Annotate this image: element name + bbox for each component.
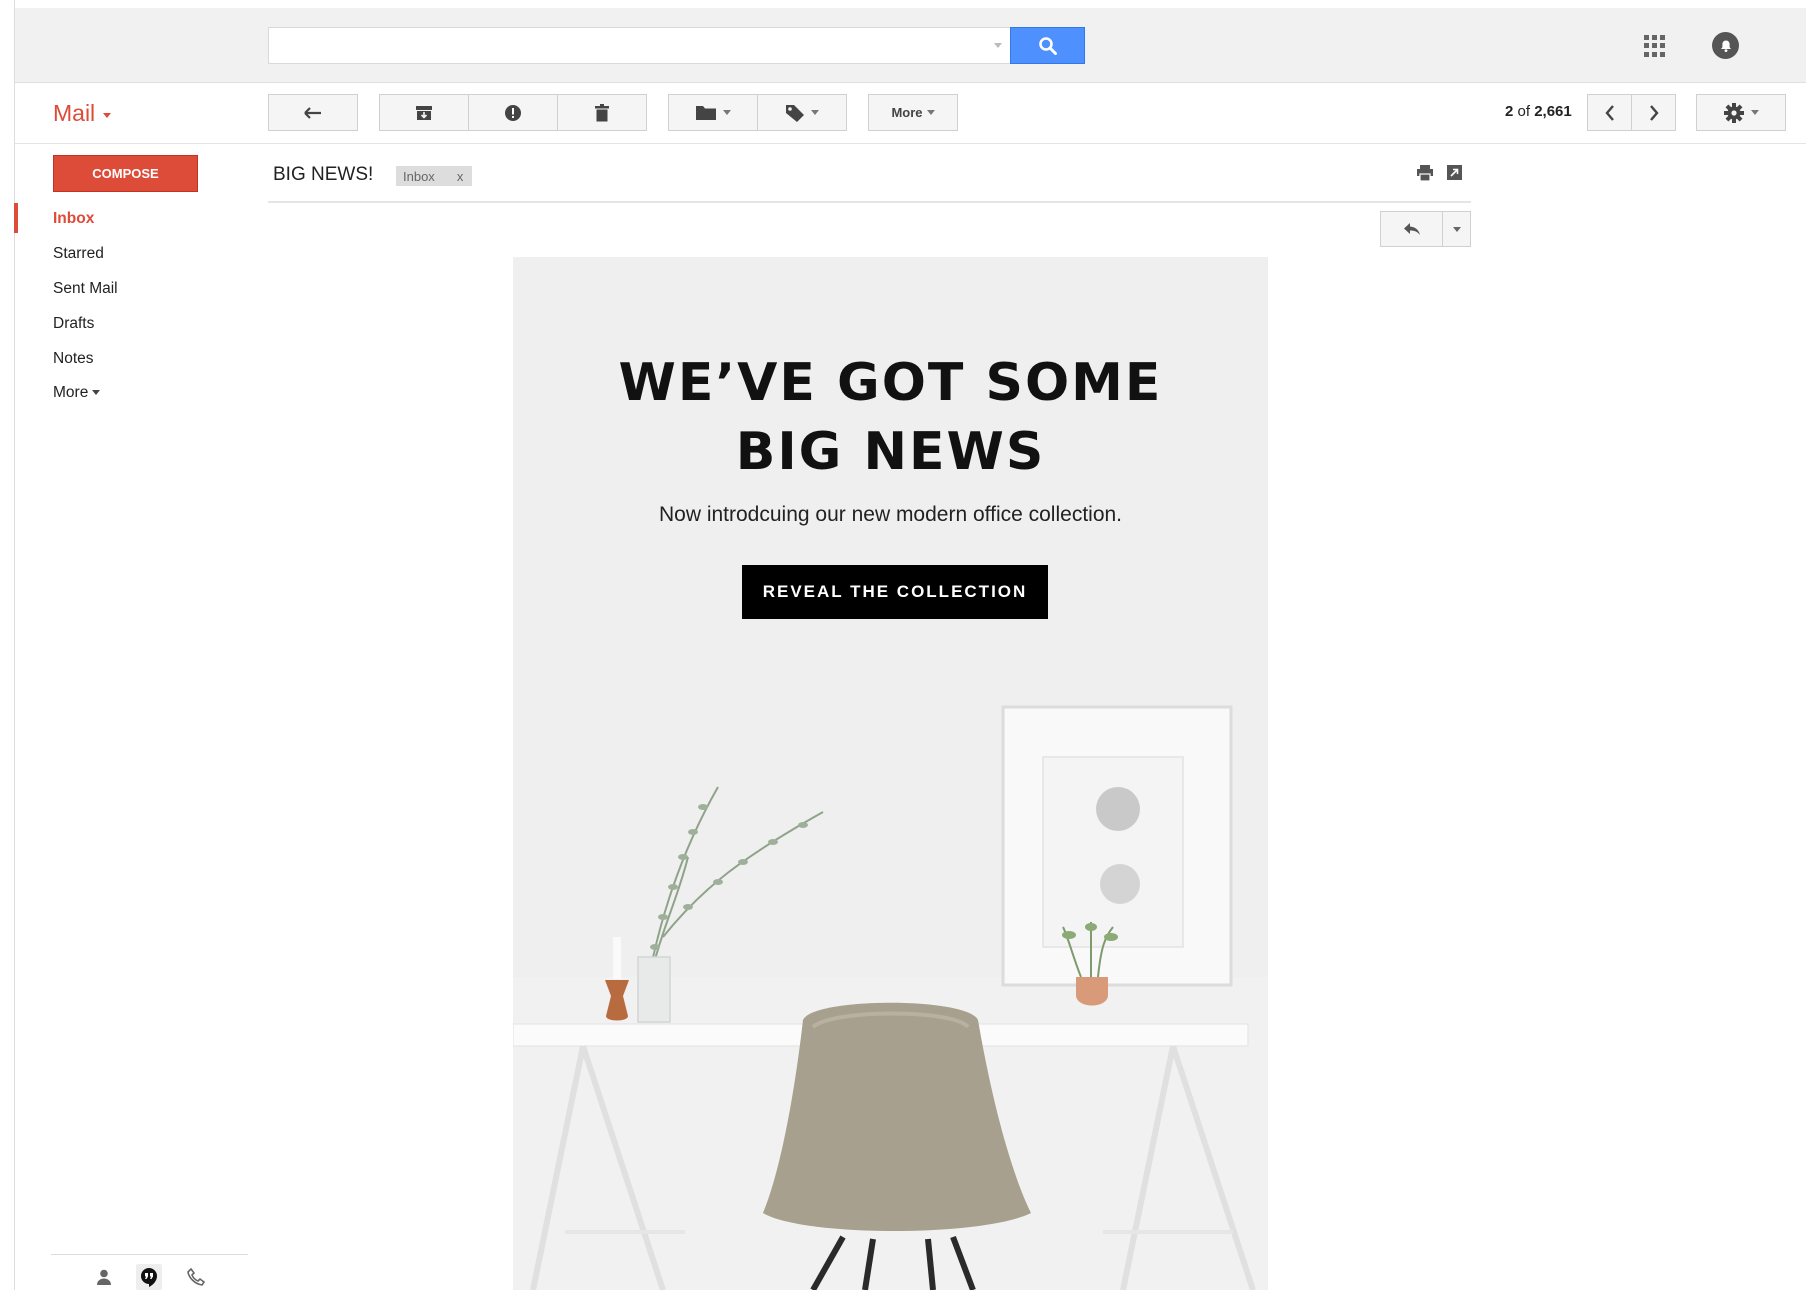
email-headline: WE’VE GOT SOME BIG NEWS xyxy=(513,349,1268,487)
move-to-button[interactable] xyxy=(668,94,758,131)
window-left-edge xyxy=(0,0,15,1290)
chevron-down-icon xyxy=(1452,226,1461,232)
new-window-icon xyxy=(1447,165,1462,180)
chevron-left-icon xyxy=(1604,104,1614,121)
back-to-inbox-button[interactable] xyxy=(268,94,358,131)
sidebar-item-starred[interactable]: Starred xyxy=(53,245,104,263)
labels-button[interactable] xyxy=(757,94,847,131)
chevron-down-icon xyxy=(926,110,935,115)
reply-split-button[interactable] xyxy=(1380,211,1471,247)
email-body: WE’VE GOT SOME BIG NEWS Now introdcuing … xyxy=(513,257,1268,1290)
chevron-down-icon xyxy=(811,110,819,115)
settings-button[interactable] xyxy=(1696,94,1786,131)
reveal-collection-button[interactable]: REVEAL THE COLLECTION xyxy=(742,565,1048,619)
compose-button[interactable]: COMPOSE xyxy=(53,155,198,192)
report-spam-icon xyxy=(505,104,521,121)
sidebar-item-more-label: More xyxy=(53,384,89,401)
more-actions-button[interactable]: More xyxy=(868,94,958,131)
sidebar-item-sent-mail[interactable]: Sent Mail xyxy=(53,280,118,298)
pagination-count: 2 of 2,661 xyxy=(1505,103,1572,120)
top-search-bar xyxy=(15,8,1806,83)
print-all-button[interactable] xyxy=(1416,165,1434,186)
archive-icon xyxy=(416,105,432,120)
contacts-icon xyxy=(97,1269,111,1285)
pagination-current: 2 xyxy=(1505,103,1514,120)
trash-icon xyxy=(595,103,609,121)
sidebar-item-more[interactable]: More xyxy=(53,384,101,402)
search-input[interactable] xyxy=(268,27,1010,64)
search-icon xyxy=(1038,36,1057,55)
print-icon xyxy=(1417,165,1433,182)
picture-frame xyxy=(1001,705,1233,987)
app-switcher[interactable]: Mail xyxy=(53,100,112,127)
email-subheadline: Now introdcuing our new modern office co… xyxy=(658,503,1123,526)
phone-icon xyxy=(187,1268,205,1286)
phone-button[interactable] xyxy=(183,1264,209,1290)
chevron-right-icon xyxy=(1649,104,1659,121)
label-chip-inbox: Inbox x xyxy=(396,166,473,186)
remove-label-button[interactable]: x xyxy=(457,169,464,184)
newer-button[interactable] xyxy=(1587,94,1632,131)
hangouts-button[interactable] xyxy=(136,1264,162,1290)
sidebar-item-drafts[interactable]: Drafts xyxy=(53,315,94,333)
older-button[interactable] xyxy=(1631,94,1676,131)
archive-button[interactable] xyxy=(379,94,469,131)
more-actions-label: More xyxy=(891,105,923,120)
sidebar-item-notes[interactable]: Notes xyxy=(53,350,94,368)
chevron-down-icon xyxy=(92,390,101,396)
pagination-of: of xyxy=(1517,103,1531,120)
sidebar-item-inbox[interactable]: Inbox xyxy=(53,210,94,228)
delete-button[interactable] xyxy=(557,94,647,131)
active-nav-indicator xyxy=(14,203,18,233)
reply-icon xyxy=(1403,223,1420,235)
email-headline-line1: WE’VE GOT SOME xyxy=(618,353,1163,413)
report-spam-button[interactable] xyxy=(468,94,558,131)
open-new-window-button[interactable] xyxy=(1446,164,1463,186)
window-top-edge xyxy=(0,0,1806,8)
glass-vase xyxy=(637,956,671,1023)
folder-icon xyxy=(696,106,716,120)
search-button[interactable] xyxy=(1010,27,1085,64)
office-desk-photo xyxy=(513,637,1268,1290)
message-toolbar: Mail More 2 of 2,661 xyxy=(15,84,1806,144)
more-reply-options-button[interactable] xyxy=(1443,212,1470,246)
message-subject: BIG NEWS! xyxy=(273,164,374,185)
email-headline-line2: BIG NEWS xyxy=(735,422,1046,482)
chevron-down-icon xyxy=(103,112,112,118)
chevron-down-icon xyxy=(723,110,731,115)
pagination-total: 2,661 xyxy=(1534,103,1572,120)
subject-divider xyxy=(268,201,1471,203)
reply-button[interactable] xyxy=(1381,212,1443,246)
gear-icon xyxy=(1724,102,1744,123)
hangouts-icon xyxy=(141,1268,157,1287)
label-tag-icon xyxy=(786,104,804,122)
app-title: Mail xyxy=(53,100,96,126)
back-arrow-icon xyxy=(304,106,321,119)
notifications-icon[interactable] xyxy=(1712,32,1739,59)
apps-grid-icon[interactable] xyxy=(1644,35,1666,57)
contacts-button[interactable] xyxy=(91,1264,117,1290)
chevron-down-icon xyxy=(1751,110,1759,115)
sidebar-divider xyxy=(51,1254,248,1255)
search-options-caret-icon[interactable] xyxy=(994,43,1002,48)
label-chip-text: Inbox xyxy=(403,168,435,184)
